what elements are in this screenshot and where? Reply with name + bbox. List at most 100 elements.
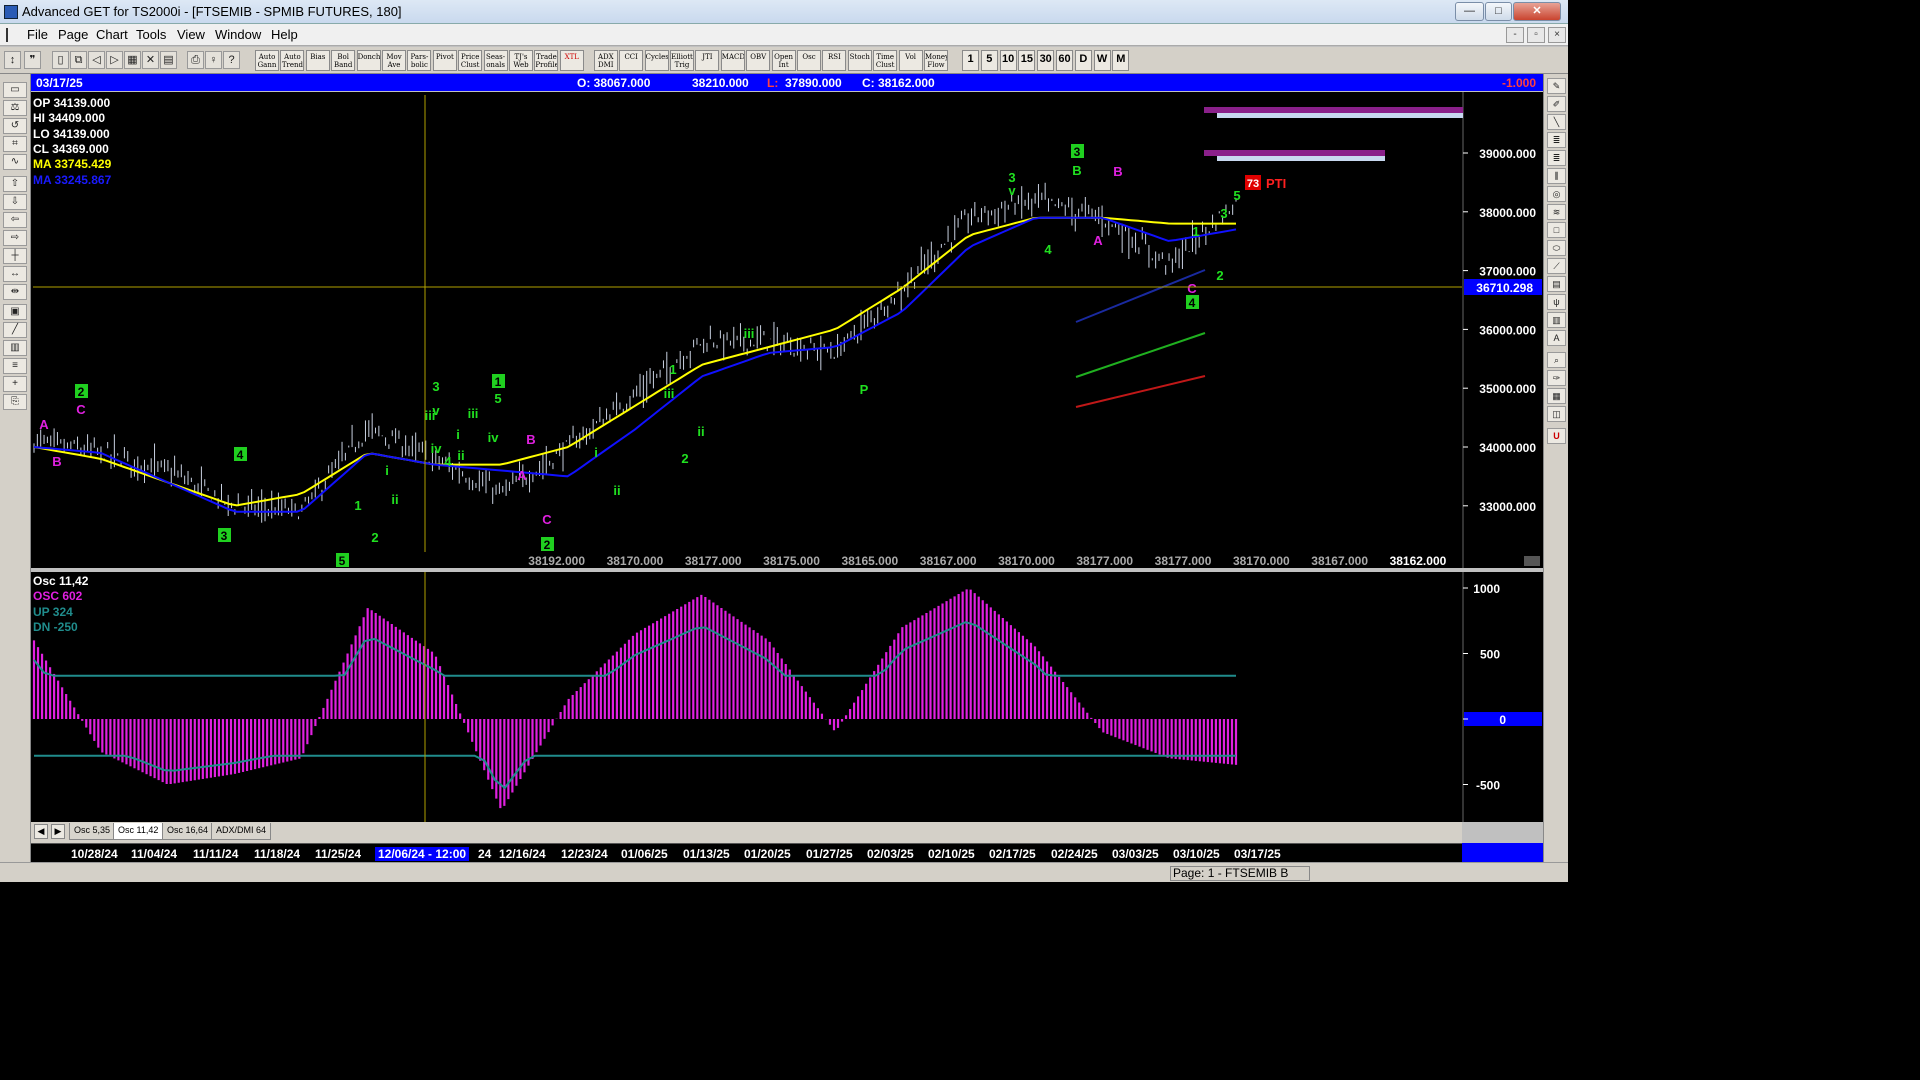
date-axis-label: 02/10/25 xyxy=(928,847,975,861)
bottom-price-label: 38177.000 xyxy=(1155,554,1212,568)
osc-dn: DN -250 xyxy=(33,620,78,634)
bottom-price-label: 38192.000 xyxy=(528,554,585,568)
chart-area[interactable]: 03/17/25 O: 38067.000 38210.000 L: 37890… xyxy=(0,0,1568,822)
elliott-label: 3 xyxy=(1074,145,1081,159)
date-axis-label: 01/27/25 xyxy=(806,847,853,861)
date-axis-label: 12/23/24 xyxy=(561,847,608,861)
date-axis-label: 01/20/25 xyxy=(744,847,791,861)
date-axis-label: 02/03/25 xyxy=(867,847,914,861)
elliott-label: B xyxy=(1113,164,1122,179)
tab-adx-dmi-64[interactable]: ADX/DMI 64 xyxy=(211,823,272,840)
bottom-price-label: 38170.000 xyxy=(607,554,664,568)
status-page: Page: 1 - FTSEMIB B xyxy=(1170,866,1310,881)
header-date: 03/17/25 xyxy=(36,76,83,90)
osc-tick-label: 1000 xyxy=(1473,582,1500,596)
elliott-label: ii xyxy=(391,492,398,507)
elliott-label: 4 xyxy=(1189,296,1196,310)
dw-close: CL 34369.000 xyxy=(33,142,109,156)
elliott-label: 4 xyxy=(444,454,452,469)
tab-osc-11-42[interactable]: Osc 11,42 xyxy=(113,823,164,840)
bottom-price-label: 38165.000 xyxy=(841,554,898,568)
elliott-label: i xyxy=(385,463,389,478)
elliott-label: i xyxy=(594,445,598,460)
bottom-price-label: 38175.000 xyxy=(763,554,820,568)
date-axis-label: 03/10/25 xyxy=(1173,847,1220,861)
dw-high: HI 34409.000 xyxy=(33,111,105,125)
price-tick-label: 34000.000 xyxy=(1479,441,1536,455)
elliott-label: 3 xyxy=(221,529,228,543)
elliott-label: B xyxy=(526,432,535,447)
tab-prev-button[interactable]: ◀ xyxy=(34,824,48,839)
elliott-label: 2 xyxy=(371,530,378,545)
date-axis-label: 03/17/25 xyxy=(1234,847,1281,861)
bottom-price-label: 38167.000 xyxy=(1311,554,1368,568)
oscillator-axis xyxy=(1462,572,1543,822)
elliott-label: 4 xyxy=(237,448,244,462)
date-axis: 10/28/24 11/04/24 11/11/24 11/18/24 11/25/24… xyxy=(31,843,1462,862)
elliott-label: 1 xyxy=(354,498,361,513)
price-tick-label: 36000.000 xyxy=(1479,323,1536,337)
elliott-label: ii xyxy=(457,448,464,463)
price-tick-label: 37000.000 xyxy=(1479,265,1536,279)
header-open: O: 38067.000 xyxy=(577,76,651,90)
elliott-label: P xyxy=(860,382,869,397)
price-tick-label: 38000.000 xyxy=(1479,206,1536,220)
date-axis-label: 10/28/24 xyxy=(71,847,118,861)
header-low-label: L: xyxy=(767,76,778,90)
elliott-label: 2 xyxy=(681,451,688,466)
elliott-label: 2 xyxy=(78,385,85,399)
dw-open: OP 34139.000 xyxy=(33,96,111,110)
target-zone-upper xyxy=(1204,107,1463,113)
elliott-label: v xyxy=(432,403,440,418)
bottom-price-label: 38170.000 xyxy=(1233,554,1290,568)
osc-up: UP 324 xyxy=(33,605,73,619)
pti-label: PTI xyxy=(1266,176,1286,191)
date-axis-label: 12/06/24 - 12:00 xyxy=(375,847,470,861)
date-axis-label: 11/11/24 xyxy=(193,847,239,861)
osc-tick-label: 0 xyxy=(1499,713,1506,727)
elliott-label: 1 xyxy=(1192,224,1199,239)
target-zone-lower-light xyxy=(1217,156,1385,161)
date-axis-label: 02/17/25 xyxy=(989,847,1036,861)
elliott-label: 2 xyxy=(544,538,551,552)
price-tick-label: 35000.000 xyxy=(1479,382,1536,396)
elliott-label: ii xyxy=(613,483,620,498)
osc-tick-label: 500 xyxy=(1480,648,1500,662)
elliott-label: 3 xyxy=(1220,206,1227,221)
elliott-label: C xyxy=(1187,281,1197,296)
elliott-label: B xyxy=(52,454,61,469)
elliott-label: iv xyxy=(488,430,500,445)
elliott-label: 4 xyxy=(1044,242,1052,257)
date-axis-corner xyxy=(1462,843,1543,862)
date-axis-label: 11/04/24 xyxy=(131,847,178,861)
tab-osc-5-35[interactable]: Osc 5,35 xyxy=(69,823,116,840)
price-tick-label: 33000.000 xyxy=(1479,500,1536,514)
price-tick-label: 39000.000 xyxy=(1479,147,1536,161)
elliott-label: iii xyxy=(468,406,479,421)
date-axis-label: 03/03/25 xyxy=(1112,847,1159,861)
elliott-label: ii xyxy=(697,424,704,439)
header-low: 37890.000 xyxy=(785,76,842,90)
elliott-label: 5 xyxy=(1233,188,1240,203)
tab-next-button[interactable]: ▶ xyxy=(51,824,65,839)
pti-value: 73 xyxy=(1247,178,1259,190)
date-axis-label: 12/16/24 xyxy=(499,847,546,861)
header-change: -1.000 xyxy=(1502,76,1536,90)
elliott-label: 5 xyxy=(339,554,346,568)
elliott-label: v xyxy=(1008,183,1016,198)
app-window: Advanced GET for TS2000i - [FTSEMIB - SP… xyxy=(0,0,1568,882)
crosshair-value: 36710.298 xyxy=(1476,281,1533,295)
dw-low: LO 34139.000 xyxy=(33,127,110,141)
target-zone-lower xyxy=(1204,150,1385,156)
osc-value: OSC 602 xyxy=(33,589,83,603)
bottom-price-label: 38177.000 xyxy=(1076,554,1133,568)
tab-osc-16-64[interactable]: Osc 16,64 xyxy=(162,823,214,840)
elliott-label: iv xyxy=(431,441,443,456)
osc-tick-label: -500 xyxy=(1476,779,1500,793)
elliott-label: C xyxy=(542,512,552,527)
elliott-label: B xyxy=(1072,163,1081,178)
elliott-label: A xyxy=(517,468,527,483)
elliott-label: A xyxy=(1093,233,1103,248)
date-axis-label: 24 xyxy=(478,847,492,861)
header-close: C: 38162.000 xyxy=(862,76,935,90)
